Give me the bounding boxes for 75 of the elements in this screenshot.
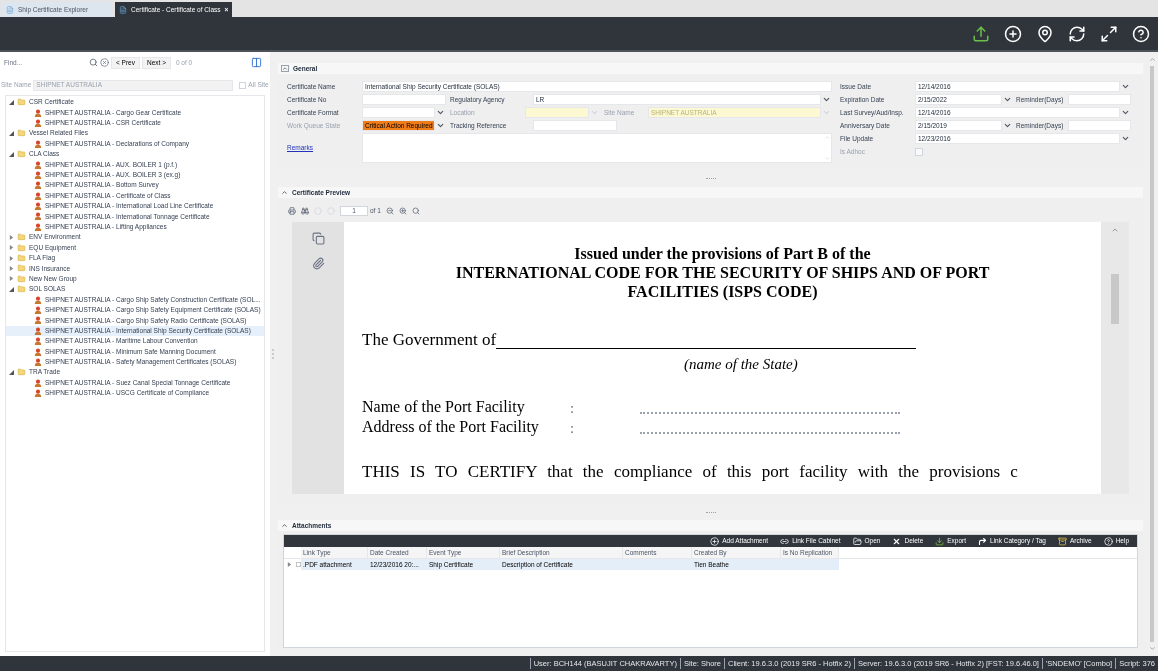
attachment-icon[interactable] — [311, 257, 325, 270]
export-icon — [935, 536, 945, 546]
folder-icon — [17, 129, 26, 138]
input-field[interactable] — [362, 94, 446, 105]
document-heading: INTERNATIONAL CODE FOR THE SECURITY OF SHIPS AND OF PORT — [455, 263, 990, 282]
document-heading: FACILITIES (ISPS CODE) — [627, 282, 818, 301]
folder-icon — [17, 254, 26, 263]
arrow-icon — [978, 536, 988, 546]
collapse-icon[interactable] — [9, 151, 14, 157]
zoom-in-icon[interactable] — [398, 206, 407, 215]
document-icon — [119, 5, 127, 14]
folder-icon — [17, 150, 26, 159]
find-icon[interactable] — [301, 206, 309, 215]
collapse-icon[interactable] — [281, 522, 288, 529]
expand-icon[interactable] — [1100, 24, 1118, 43]
certificate-person-icon — [34, 389, 42, 398]
archive-icon — [1057, 536, 1067, 546]
scroll-thumb[interactable] — [1111, 274, 1119, 324]
checkbox[interactable] — [239, 81, 247, 89]
zoom-menu-icon[interactable] — [411, 206, 420, 215]
pin-icon[interactable] — [1036, 24, 1054, 43]
panel-toggle-icon[interactable] — [251, 57, 262, 68]
input-field[interactable] — [1068, 94, 1131, 105]
certificate-person-icon — [34, 295, 42, 304]
delete-icon — [892, 536, 902, 546]
document-text: : — [570, 418, 576, 438]
collapse-icon[interactable] — [9, 286, 14, 292]
document-text: Name of the Port Facility — [362, 397, 526, 418]
input-field[interactable] — [1068, 120, 1131, 131]
expand-row-icon[interactable] — [296, 562, 301, 567]
collapse-icon[interactable] — [281, 189, 288, 196]
dropdown-field[interactable] — [362, 107, 435, 118]
document-text: Address of the Port Facility — [362, 417, 540, 438]
print-icon[interactable] — [288, 206, 296, 215]
folder-icon — [17, 243, 26, 252]
collapse-icon[interactable] — [9, 99, 14, 105]
link-icon — [780, 536, 790, 546]
scroll-up-icon[interactable] — [1111, 226, 1119, 234]
scroll-up-icon[interactable] — [1148, 56, 1156, 63]
document-note: (name of the State) — [684, 355, 798, 372]
dropdown-caret-icon[interactable] — [1121, 108, 1130, 117]
input-field[interactable] — [533, 120, 617, 131]
search-icon[interactable] — [89, 58, 98, 67]
dropdown-caret-icon[interactable] — [1003, 95, 1012, 104]
document-text: : — [570, 398, 576, 418]
zoom-out-icon[interactable] — [385, 206, 394, 215]
certificate-person-icon — [34, 139, 42, 148]
folder-icon — [17, 368, 26, 377]
refresh-icon[interactable] — [1068, 24, 1086, 43]
dropdown-caret-icon[interactable] — [1121, 134, 1130, 143]
folder-icon — [17, 264, 26, 273]
copy-icon[interactable] — [311, 232, 325, 245]
clear-icon[interactable] — [100, 58, 109, 67]
document-text: The Government of — [362, 329, 497, 351]
folder-icon — [852, 536, 862, 546]
certificate-person-icon — [34, 306, 42, 314]
document-heading: Issued under the provisions of Part B of the — [574, 244, 871, 263]
folder-icon — [17, 98, 26, 107]
plus-icon — [710, 536, 720, 546]
certificate-person-icon — [34, 378, 42, 387]
scroll-down-icon[interactable] — [1148, 645, 1156, 652]
folder-icon — [17, 285, 26, 294]
folder-icon — [17, 233, 26, 242]
scrollbar[interactable] — [1101, 222, 1129, 494]
upload-icon[interactable] — [972, 24, 990, 43]
dropdown-caret-icon[interactable] — [1121, 82, 1130, 91]
document-icon — [6, 5, 14, 14]
collapse-icon[interactable] — [9, 369, 14, 375]
folder-icon — [17, 274, 26, 283]
collapse-icon[interactable] — [9, 130, 14, 136]
document-text: THIS IS TO CERTIFY that the compliance of this port facility with the provisions c — [362, 462, 1018, 481]
add-icon[interactable] — [1004, 24, 1022, 43]
dropdown-caret-icon[interactable] — [1003, 121, 1012, 130]
help-icon[interactable] — [1132, 24, 1150, 43]
scroll-thumb[interactable] — [1150, 66, 1154, 642]
